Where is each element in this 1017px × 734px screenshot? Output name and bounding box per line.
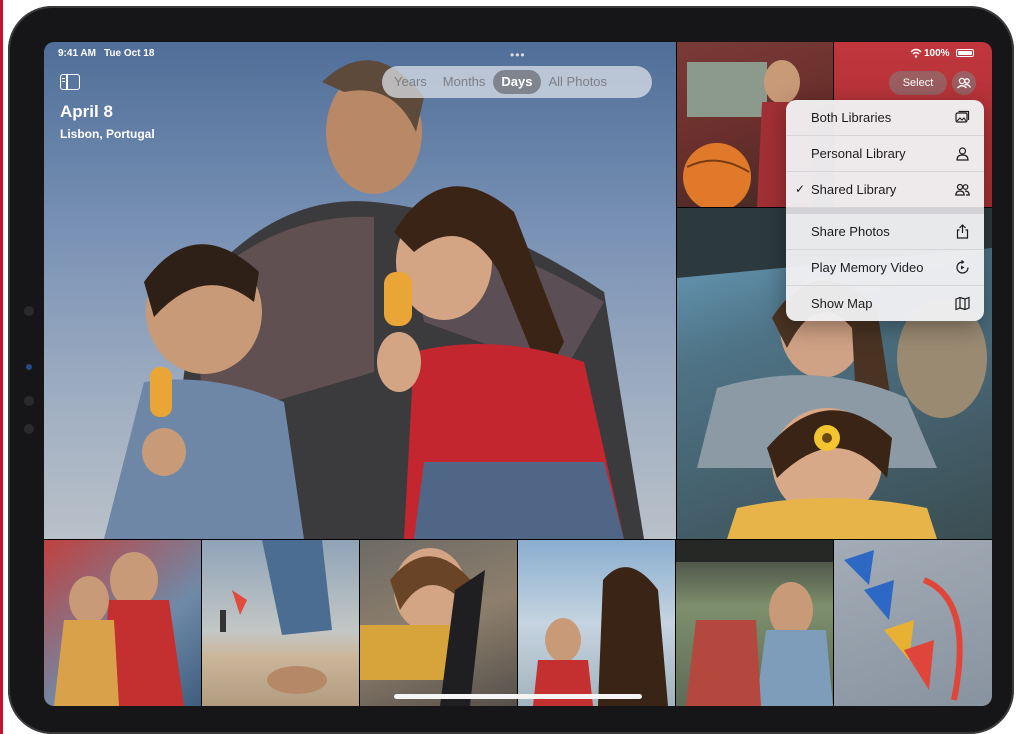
status-light — [26, 364, 32, 370]
sensor-dot — [24, 424, 34, 434]
photo-content — [533, 567, 668, 706]
location-label: Lisbon, Portugal — [60, 127, 155, 141]
tab-days[interactable]: Days — [493, 70, 541, 94]
two-people-icon — [955, 183, 970, 196]
hero-photo[interactable]: 9:41 AM Tue Oct 18 ••• April 8 Lisbon, P… — [44, 42, 676, 539]
library-menu: Both Libraries Personal Library ✓ Shared… — [786, 100, 984, 321]
menu-item-shared-library[interactable]: ✓ Shared Library — [786, 172, 984, 208]
photo-library-icon — [955, 110, 970, 123]
menu-item-label: Shared Library — [811, 182, 897, 197]
select-button[interactable]: Select — [889, 71, 947, 95]
sidebar-toggle-icon[interactable] — [60, 74, 80, 90]
wifi-icon — [910, 48, 922, 61]
page-edge-mark — [0, 0, 3, 734]
menu-item-label: Show Map — [811, 296, 873, 311]
photo-content — [220, 540, 332, 694]
tab-years[interactable]: Years — [386, 70, 435, 94]
tab-all-photos[interactable]: All Photos — [541, 70, 616, 94]
map-icon — [955, 296, 970, 311]
status-time: 9:41 AM — [58, 48, 96, 59]
menu-item-personal-library[interactable]: Personal Library — [786, 136, 984, 172]
battery-icon — [956, 49, 974, 57]
photo-tile[interactable] — [676, 540, 833, 706]
photo-tile[interactable] — [44, 540, 201, 706]
battery-percent: 100% — [924, 48, 950, 59]
status-date: Tue Oct 18 — [104, 48, 155, 59]
person-icon — [956, 147, 969, 161]
sensor-dot — [24, 396, 34, 406]
menu-item-show-map[interactable]: Show Map — [786, 286, 984, 321]
photo-tile[interactable] — [834, 540, 992, 706]
menu-item-play-memory-video[interactable]: Play Memory Video — [786, 250, 984, 286]
photo-content — [844, 550, 963, 701]
photo-content — [676, 540, 833, 706]
multitask-dots[interactable]: ••• — [510, 48, 526, 62]
menu-item-both-libraries[interactable]: Both Libraries — [786, 100, 984, 136]
checkmark-icon: ✓ — [795, 182, 806, 196]
two-people-icon — [957, 77, 972, 89]
memory-play-icon — [956, 260, 969, 274]
menu-item-label: Play Memory Video — [811, 260, 924, 275]
menu-item-label: Share Photos — [811, 224, 890, 239]
photo-tile[interactable] — [202, 540, 359, 706]
view-segmented-control: Years Months Days All Photos — [382, 66, 652, 98]
home-indicator[interactable] — [394, 694, 642, 699]
menu-item-share-photos[interactable]: Share Photos — [786, 214, 984, 250]
photo-tile[interactable] — [360, 540, 517, 706]
library-filter-button[interactable] — [952, 71, 976, 95]
page-title: April 8 — [60, 102, 113, 121]
menu-item-label: Both Libraries — [811, 110, 892, 125]
photo-content — [360, 548, 485, 706]
camera-sensor — [24, 306, 34, 316]
tab-months[interactable]: Months — [435, 70, 494, 94]
photo-content — [54, 552, 184, 706]
screen: 9:41 AM Tue Oct 18 ••• April 8 Lisbon, P… — [44, 42, 992, 706]
share-icon — [956, 224, 969, 239]
menu-item-label: Personal Library — [811, 146, 906, 161]
photo-tile[interactable] — [518, 540, 675, 706]
hero-photo-subjects — [104, 60, 644, 539]
